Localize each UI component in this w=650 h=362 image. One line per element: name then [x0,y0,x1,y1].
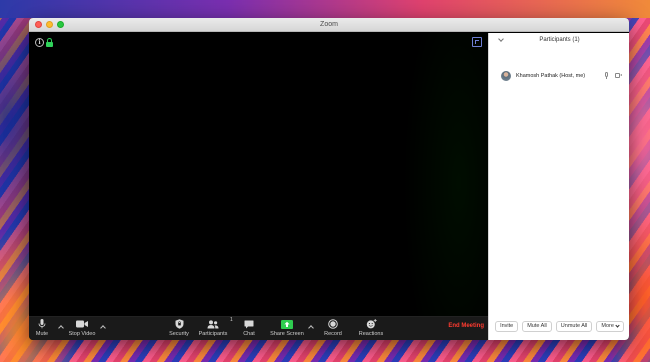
record-label: Record [324,331,342,337]
record-icon [328,319,338,329]
stop-video-label: Stop Video [68,331,96,337]
more-button[interactable]: More [596,320,624,332]
smiley-plus-icon [366,319,377,329]
security-label: Security [169,331,189,337]
participants-button[interactable]: 1 Participants [197,317,233,339]
share-screen-icon [281,319,293,329]
video-area[interactable]: i [29,33,488,316]
mute-all-button[interactable]: Mute All [522,320,552,332]
avatar [501,71,511,81]
unmute-all-button[interactable]: Unmute All [555,320,593,332]
reactions-label: Reactions [358,331,384,337]
end-meeting-button[interactable]: End Meeting [448,323,484,329]
chat-label: Chat [243,331,255,337]
participant-name: Khamosh Pathak (Host, me) [516,73,586,79]
participants-icon: 1 [207,317,233,329]
record-button[interactable]: Record [322,319,344,339]
stop-video-button[interactable]: Stop Video [67,319,97,339]
meeting-toolbar: Mute Stop Video Security 1 Participants … [29,316,488,340]
audio-options-caret[interactable] [58,324,64,330]
view-mode-icon[interactable] [472,37,482,47]
microphone-icon[interactable] [604,72,609,80]
video-camera-icon [76,319,88,329]
wallpaper-top [0,0,650,18]
participants-panel-footer: Invite Mute All Unmute All More [489,317,629,335]
zoom-window: Zoom i Mute Stop Video Security 1 Partic… [29,18,629,340]
encryption-lock-icon[interactable] [46,38,53,47]
minimize-window-button[interactable] [46,21,53,28]
chat-button[interactable]: Chat [240,319,258,339]
collapse-chevron-icon[interactable] [498,37,504,43]
security-button[interactable]: Security [169,319,189,339]
participants-panel-title: Participants (1) [539,37,580,43]
participants-panel: Participants (1) Khamosh Pathak (Host, m… [488,33,629,340]
video-camera-icon[interactable] [615,73,623,79]
participant-row[interactable]: Khamosh Pathak (Host, me) [489,69,629,83]
chat-bubble-icon [244,319,254,329]
window-title: Zoom [320,21,338,28]
mute-label: Mute [35,331,49,337]
close-window-button[interactable] [35,21,42,28]
traffic-lights [35,21,64,28]
reactions-button[interactable]: Reactions [356,319,386,339]
mute-button[interactable]: Mute [35,319,49,339]
participants-label: Participants [198,331,228,337]
invite-button[interactable]: Invite [495,320,519,332]
participants-panel-header: Participants (1) [489,33,629,47]
more-label: More [601,323,614,329]
share-screen-label: Share Screen [270,331,304,337]
video-options-caret[interactable] [100,324,106,330]
chevron-down-icon [615,322,620,328]
share-options-caret[interactable] [308,324,314,330]
zoom-window-button[interactable] [57,21,64,28]
meeting-info-icon[interactable]: i [35,38,44,47]
microphone-icon [38,319,46,329]
participants-count: 1 [230,317,233,323]
shield-icon [175,319,184,329]
share-screen-button[interactable]: Share Screen [268,319,306,339]
window-titlebar[interactable]: Zoom [29,18,629,32]
